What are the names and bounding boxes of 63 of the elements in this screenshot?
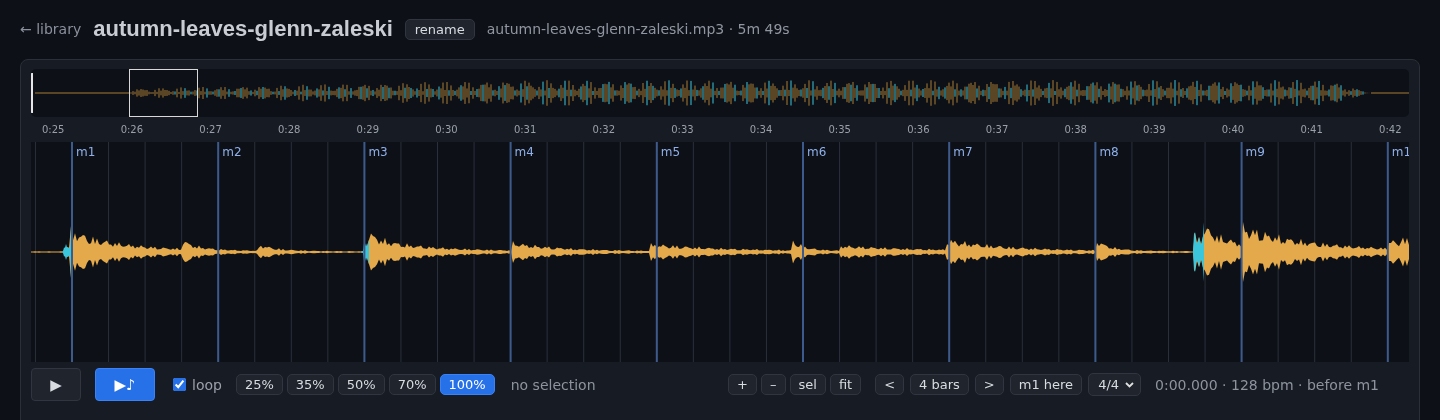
- marker-label: m5: [660, 145, 681, 159]
- time-tick: 0:36: [907, 124, 930, 135]
- marker-line[interactable]: [1386, 142, 1389, 362]
- viewport-box[interactable]: [129, 69, 198, 117]
- bar-nav-button[interactable]: 4 bars: [910, 374, 969, 395]
- marker-line[interactable]: [802, 142, 804, 362]
- marker-label: m4: [514, 145, 534, 159]
- zoom-option[interactable]: 50%: [337, 374, 385, 395]
- time-tick: 0:33: [671, 124, 694, 135]
- marker-label: m7: [953, 145, 973, 159]
- time-tick: 0:27: [199, 124, 222, 135]
- marker-label: m8: [1099, 145, 1119, 159]
- time-tick: 0:32: [592, 124, 615, 135]
- marker-label: m9: [1245, 145, 1265, 159]
- marker-line[interactable]: [509, 142, 512, 362]
- marker-line[interactable]: [948, 142, 951, 362]
- time-tick: 0:41: [1300, 124, 1323, 135]
- loop-checkbox[interactable]: [173, 378, 186, 391]
- time-tick: 0:26: [120, 124, 144, 135]
- marker-line[interactable]: [655, 142, 658, 362]
- chevron-down-icon: [1125, 381, 1135, 388]
- time-tick: 0:29: [356, 124, 380, 135]
- marker-line[interactable]: [71, 142, 73, 362]
- time-signature-select[interactable]: 4/4: [1088, 373, 1142, 396]
- zoom-option[interactable]: 25%: [235, 374, 283, 395]
- time-tick: 0:28: [277, 124, 301, 135]
- rename-button[interactable]: rename: [404, 18, 475, 40]
- zoom-button[interactable]: –: [761, 374, 786, 395]
- marker-label: m3: [368, 145, 388, 159]
- back-link[interactable]: ← library: [20, 21, 82, 37]
- zoom-option[interactable]: 100%: [439, 374, 495, 395]
- play-button[interactable]: ▶♪: [95, 368, 155, 401]
- time-tick: 0:37: [985, 124, 1009, 135]
- time-tick: 0:25: [42, 124, 65, 135]
- time-tick: 0:34: [749, 124, 773, 135]
- time-tick: 0:38: [1064, 124, 1087, 135]
- bar-nav-button[interactable]: >: [974, 374, 1004, 395]
- zoom-button[interactable]: +: [728, 374, 757, 395]
- marker-label: m1: [76, 145, 96, 159]
- selection-status: no selection: [510, 376, 596, 393]
- time-tick: 0:40: [1221, 124, 1245, 135]
- marker-line[interactable]: [363, 142, 366, 362]
- time-tick: 0:30: [435, 124, 458, 135]
- time-tick: 0:35: [828, 124, 851, 135]
- zoom-button[interactable]: fit: [829, 374, 862, 395]
- bar-nav-button[interactable]: m1 here: [1009, 374, 1083, 395]
- time-tick: 0:39: [1143, 124, 1166, 135]
- marker-line[interactable]: [1240, 142, 1243, 362]
- play-button[interactable]: ▶: [31, 368, 81, 401]
- zoom-option[interactable]: 70%: [388, 374, 436, 395]
- track-title: autumn-leaves-glenn-zaleski: [93, 16, 393, 42]
- time-tick: 0:31: [513, 124, 537, 135]
- file-info: autumn-leaves-glenn-zaleski.mp3 · 5m 49s: [486, 21, 790, 37]
- bar-nav-button[interactable]: <: [875, 374, 905, 395]
- marker-line[interactable]: [1094, 142, 1097, 362]
- marker-line[interactable]: [217, 142, 220, 362]
- playback-status: 0:00.000 · 128 bpm · before m1: [1155, 376, 1379, 393]
- zoom-button[interactable]: sel: [789, 374, 826, 395]
- marker-label: m6: [807, 145, 827, 159]
- loop-label: loop: [192, 376, 222, 393]
- time-tick: 0:42: [1379, 124, 1402, 135]
- marker-label: m2: [222, 145, 242, 159]
- zoom-option[interactable]: 35%: [286, 374, 334, 395]
